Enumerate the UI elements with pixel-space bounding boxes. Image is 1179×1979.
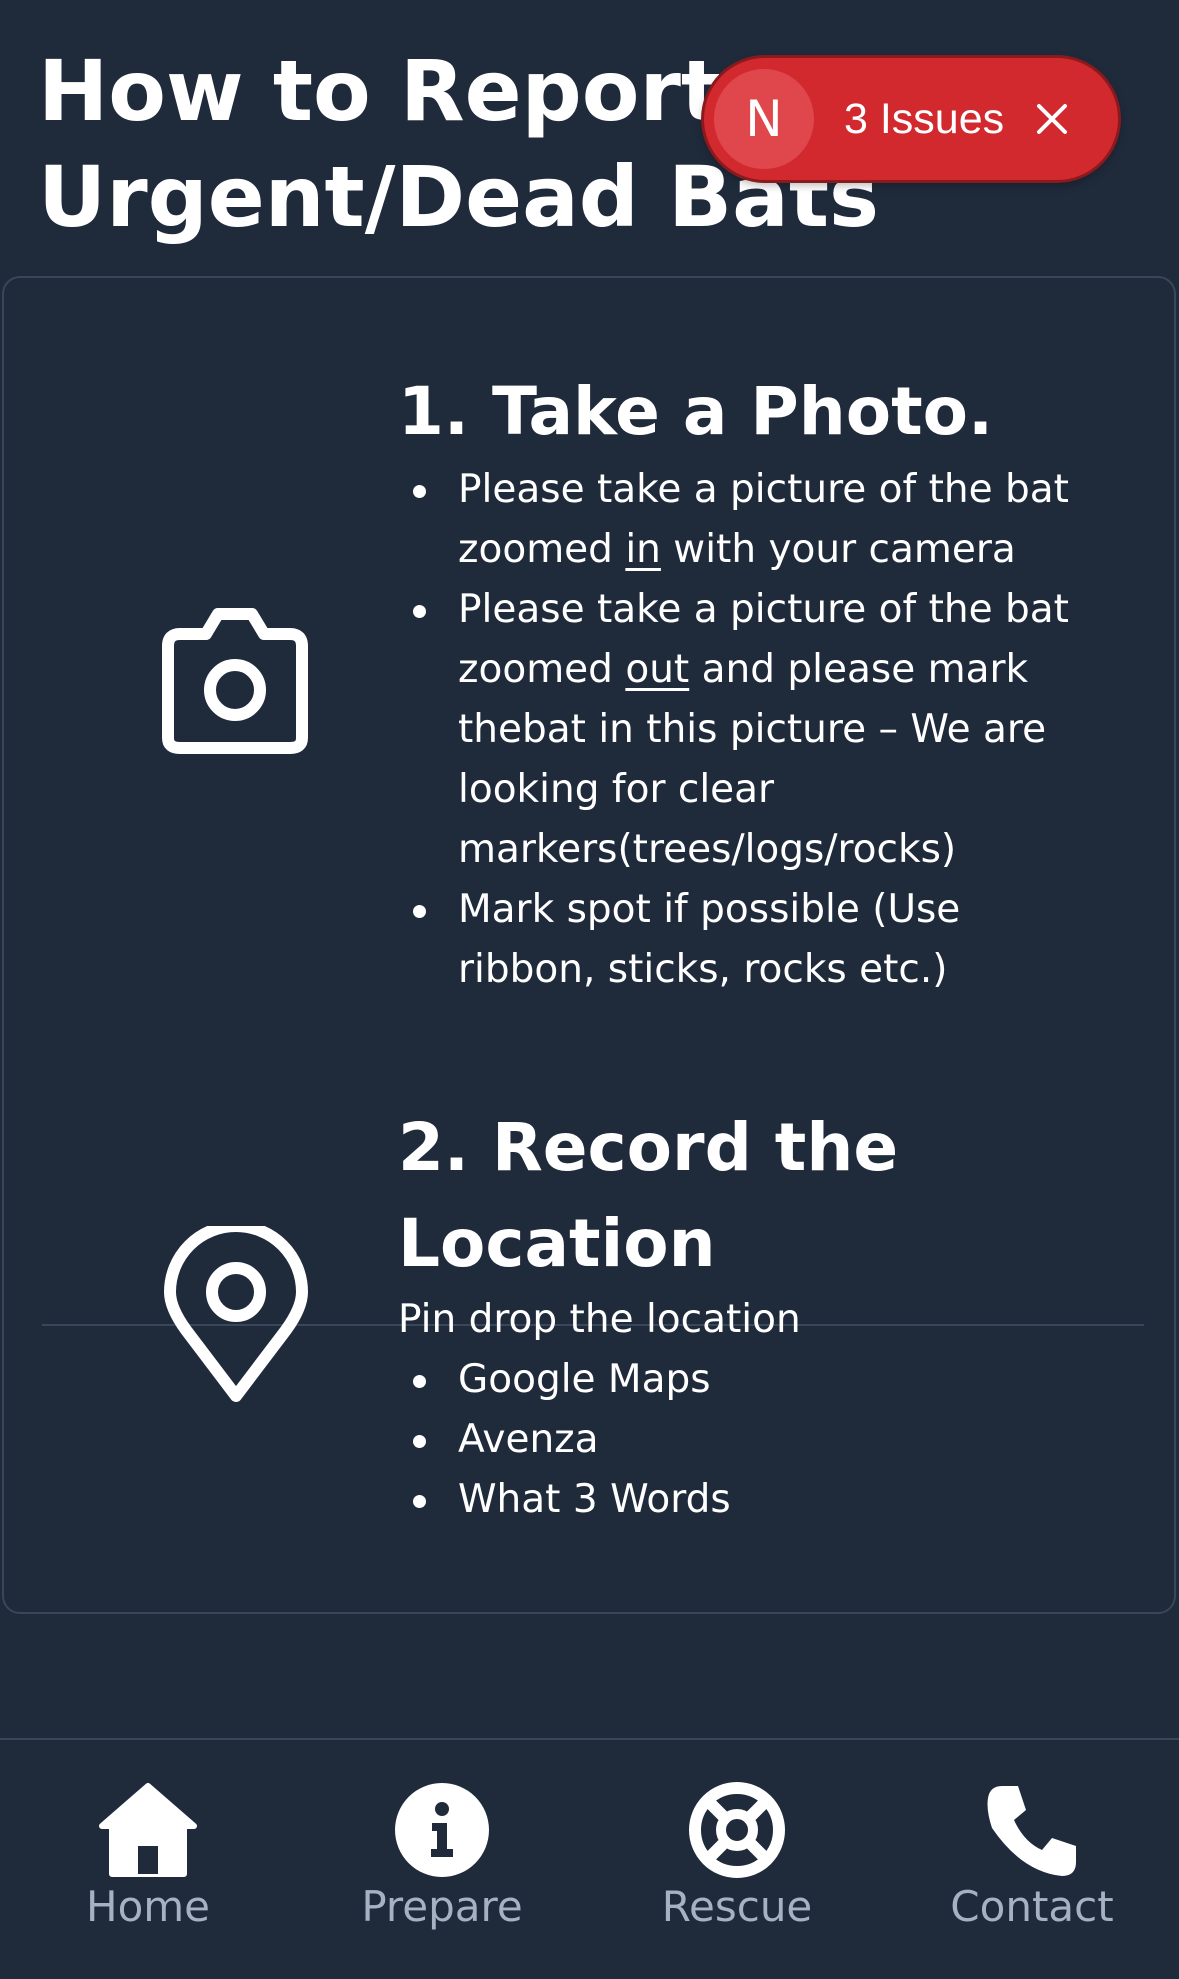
nav-label: Prepare (361, 1882, 523, 1931)
list-item: Please take a picture of the bat zoomed … (413, 580, 1098, 880)
lifebuoy-icon (682, 1780, 792, 1880)
nav-item-home[interactable]: Home (38, 1780, 258, 1931)
issues-badge[interactable]: N 3 Issues (704, 58, 1118, 180)
nav-label: Home (85, 1882, 211, 1931)
list-item: Avenza (413, 1410, 1098, 1470)
step-2-list: Google Maps Avenza What 3 Words (398, 1350, 1098, 1530)
step-2-heading: 2. Record the Location (398, 1109, 899, 1282)
step-2-body: Pin drop the location Google Maps Avenza… (398, 1290, 1098, 1530)
issues-count-label: 3 Issues (844, 94, 1005, 143)
bottom-nav: Home Prepare Rescue Contact (0, 1738, 1179, 1979)
list-item: Please take a picture of the bat zoomed … (413, 460, 1098, 580)
emphasis-text: in (625, 527, 661, 572)
nav-label: Rescue (661, 1882, 813, 1931)
step-1-body: Please take a picture of the bat zoomed … (398, 460, 1098, 1000)
nav-item-rescue[interactable]: Rescue (627, 1780, 847, 1931)
phone-icon (977, 1780, 1087, 1880)
nav-item-prepare[interactable]: Prepare (332, 1780, 552, 1931)
step-1-heading: 1. Take a Photo. (398, 373, 994, 450)
instructions-card: 1. Take a Photo. Please take a picture o… (2, 276, 1176, 1614)
list-item: Google Maps (413, 1350, 1098, 1410)
close-icon[interactable] (1032, 99, 1072, 139)
step-2-intro: Pin drop the location (398, 1297, 801, 1342)
home-icon (93, 1780, 203, 1880)
info-icon (387, 1780, 497, 1880)
list-item: What 3 Words (413, 1470, 1098, 1530)
nav-item-contact[interactable]: Contact (922, 1780, 1142, 1931)
emphasis-text: out (625, 647, 690, 692)
camera-icon (154, 608, 316, 758)
issues-logo: N (714, 69, 814, 169)
step-1-list: Please take a picture of the bat zoomed … (398, 460, 1098, 1000)
list-item: Mark spot if possible (Use ribbon, stick… (413, 880, 1098, 1000)
nav-label: Contact (950, 1882, 1114, 1931)
map-pin-icon (164, 1220, 308, 1408)
